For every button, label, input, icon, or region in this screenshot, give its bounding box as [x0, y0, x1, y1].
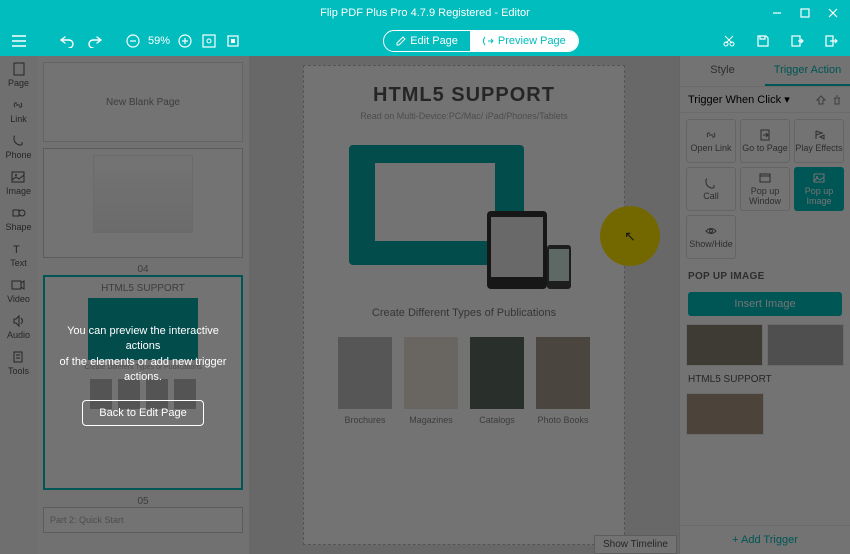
tool-phone[interactable]: Phone [5, 134, 31, 160]
action-grid: Open Link Go to Page Play Effects Call P… [680, 113, 850, 265]
canvas-area: HTML5 SUPPORT Read on Multi-Device:PC/Ma… [249, 56, 679, 554]
card-magazines: Magazines [404, 337, 458, 425]
action-call[interactable]: Call [686, 167, 736, 211]
image-thumb-row-2 [680, 389, 850, 439]
svg-text:T: T [13, 244, 20, 256]
image-thumb[interactable] [686, 324, 763, 366]
delete-trigger-icon[interactable] [832, 95, 842, 105]
mode-toggle: Edit Page Preview Page [383, 30, 579, 52]
zoom-out-icon[interactable] [124, 32, 142, 50]
tool-image[interactable]: Image [6, 170, 31, 196]
page-subtitle: Read on Multi-Device:PC/Mac/ iPad/Phones… [360, 111, 568, 121]
action-popup-window[interactable]: Pop up Window [740, 167, 790, 211]
action-goto-page[interactable]: Go to Page [740, 119, 790, 163]
tool-link[interactable]: Link [10, 98, 27, 124]
move-up-icon[interactable] [816, 95, 826, 105]
image-thumb[interactable] [686, 393, 764, 435]
tool-page[interactable]: Page [8, 62, 29, 88]
page-thumbnails: New Blank Page 04 HTML5 SUPPORT Create D… [37, 56, 249, 554]
page-heading: HTML5 SUPPORT [373, 84, 555, 107]
card-catalogs: Catalogs [470, 337, 524, 425]
close-icon[interactable] [826, 6, 840, 20]
redo-icon[interactable] [86, 32, 104, 50]
section-popup-image: POP UP IMAGE [680, 265, 850, 288]
card-photobooks: Photo Books [536, 337, 590, 425]
inspector-panel: Style Trigger Action Trigger When Click … [679, 56, 850, 554]
chevron-down-icon: ▾ [784, 94, 790, 106]
fit-screen-icon[interactable] [200, 32, 218, 50]
exit-icon[interactable] [822, 32, 840, 50]
thumbnail-04[interactable] [43, 148, 243, 258]
trigger-when-row[interactable]: Trigger When Click ▾ [680, 87, 850, 113]
page-number-04: 04 [43, 264, 243, 275]
tool-tools[interactable]: Tools [8, 350, 29, 376]
tool-text[interactable]: TText [10, 242, 27, 268]
tool-shape[interactable]: Shape [5, 206, 31, 232]
insert-image-button[interactable]: Insert Image [688, 292, 842, 316]
undo-icon[interactable] [58, 32, 76, 50]
page-subtitle2: Create Different Types of Publications [372, 307, 556, 319]
zoom-in-icon[interactable] [176, 32, 194, 50]
tab-style[interactable]: Style [680, 56, 765, 86]
title-bar: Flip PDF Plus Pro 4.7.9 Registered - Edi… [0, 0, 850, 26]
action-play-effects[interactable]: Play Effects [794, 119, 844, 163]
preview-page-button[interactable]: Preview Page [470, 31, 578, 51]
publication-cards: Brochures Magazines Catalogs Photo Books [338, 337, 590, 425]
image-thumb[interactable] [767, 324, 844, 366]
zoom-level: 59% [148, 35, 170, 47]
page-number-05: 05 [43, 496, 243, 507]
image-thumb-label: HTML5 SUPPORT [680, 370, 850, 389]
workspace: Page Link Phone Image Shape TText Video … [0, 56, 850, 554]
action-open-link[interactable]: Open Link [686, 119, 736, 163]
tool-video[interactable]: Video [7, 278, 30, 304]
edit-page-button[interactable]: Edit Page [384, 31, 470, 51]
tab-trigger-action[interactable]: Trigger Action [765, 56, 850, 86]
devices-illustration [349, 145, 579, 285]
menu-icon[interactable] [10, 32, 28, 50]
thumbnail-06[interactable]: Part 2: Quick Start [43, 507, 243, 533]
new-blank-page-button[interactable]: New Blank Page [43, 62, 243, 142]
window-buttons [770, 6, 850, 20]
action-show-hide[interactable]: Show/Hide [686, 215, 736, 259]
show-timeline-button[interactable]: Show Timeline [594, 535, 677, 554]
back-to-edit-button[interactable]: Back to Edit Page [82, 400, 203, 426]
inspector-tabs: Style Trigger Action [680, 56, 850, 87]
card-brochures: Brochures [338, 337, 392, 425]
app-title: Flip PDF Plus Pro 4.7.9 Registered - Edi… [320, 7, 530, 19]
main-toolbar: 59% Edit Page Preview Page [0, 26, 850, 56]
highlight-circle: ↖ [600, 206, 660, 266]
cut-icon[interactable] [720, 32, 738, 50]
save-icon[interactable] [754, 32, 772, 50]
save-exit-icon[interactable] [788, 32, 806, 50]
minimize-icon[interactable] [770, 6, 784, 20]
action-popup-image[interactable]: Pop up Image [794, 167, 844, 211]
canvas-size-icon[interactable] [224, 32, 242, 50]
coachmark-tooltip: You can preview the interactive actions … [37, 312, 249, 438]
image-thumb-row-1 [680, 320, 850, 370]
add-trigger-button[interactable]: + Add Trigger [680, 525, 850, 554]
tool-audio[interactable]: Audio [7, 314, 30, 340]
maximize-icon[interactable] [798, 6, 812, 20]
tool-sidebar: Page Link Phone Image Shape TText Video … [0, 56, 37, 554]
cursor-icon: ↖ [624, 228, 636, 245]
page-preview: HTML5 SUPPORT Read on Multi-Device:PC/Ma… [303, 65, 625, 545]
